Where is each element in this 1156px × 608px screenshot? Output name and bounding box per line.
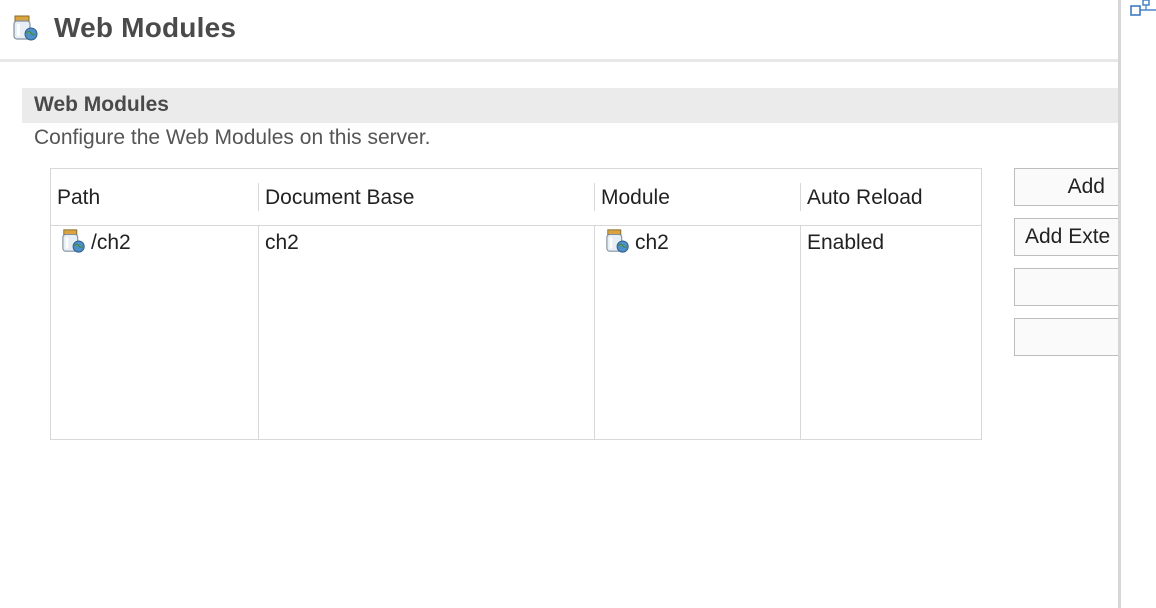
section-description: Configure the Web Modules on this server… <box>34 126 431 149</box>
web-module-jar-icon <box>606 229 629 254</box>
section-header-bar[interactable]: Web Modules <box>22 88 1118 123</box>
section-title: Web Modules <box>34 93 169 116</box>
side-panel-strip <box>1121 0 1156 608</box>
editor-header: Web Modules <box>0 0 1118 62</box>
web-modules-table[interactable]: Path Document Base Module Auto Reload /c… <box>50 168 982 440</box>
header-divider <box>0 59 1118 62</box>
cell-auto-reload: Enabled <box>807 231 885 254</box>
path-value: /ch2 <box>91 231 131 254</box>
add-external-button[interactable]: Add Exte <box>1014 218 1134 256</box>
cell-module: ch2 <box>605 227 669 259</box>
web-module-jar-icon <box>13 15 38 41</box>
column-gridline <box>800 225 801 439</box>
remove-button[interactable] <box>1014 318 1134 356</box>
column-header-document-base[interactable]: Document Base <box>259 169 595 225</box>
cell-document-base: ch2 <box>265 231 299 254</box>
page-title: Web Modules <box>54 12 237 43</box>
column-header-auto-reload[interactable]: Auto Reload <box>801 169 981 225</box>
module-value: ch2 <box>635 231 669 254</box>
edit-button[interactable] <box>1014 268 1134 306</box>
column-gridline <box>258 225 259 439</box>
cell-path: /ch2 <box>61 227 131 259</box>
column-header-module[interactable]: Module <box>595 169 801 225</box>
column-gridline <box>594 225 595 439</box>
header-divider <box>51 225 981 226</box>
web-module-jar-icon <box>62 229 85 254</box>
column-header-path[interactable]: Path <box>51 169 259 225</box>
add-button[interactable]: Add <box>1014 168 1134 206</box>
outline-view-icon[interactable] <box>1130 0 1156 20</box>
